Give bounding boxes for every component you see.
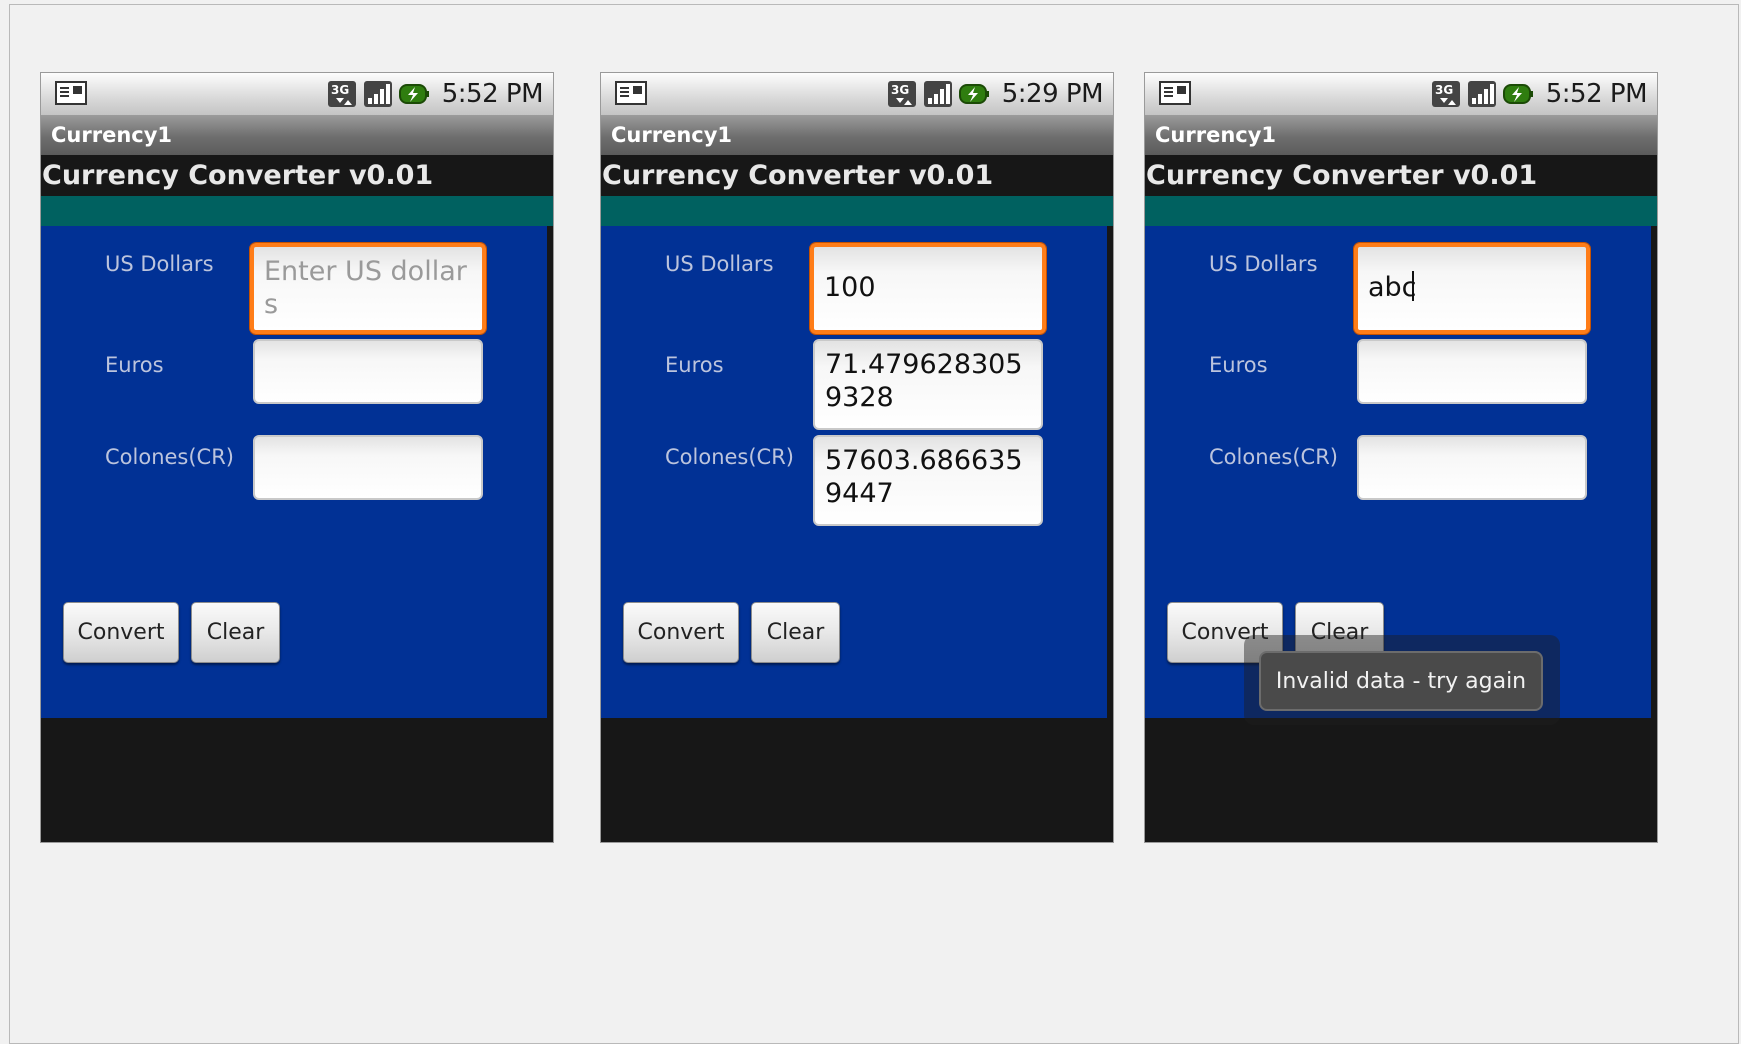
clear-button[interactable]: Clear [751,602,840,663]
battery-charging-icon [958,84,989,104]
svg-text:3G: 3G [891,83,909,97]
phone-screen-2: 3G 5:29 PM Currency1 Currency Converter … [600,72,1114,843]
app-title: Currency1 [51,123,173,147]
3g-data-icon: 3G [1431,81,1460,107]
phone-screen-1: 3G 5:52 PM Currency1 Currency Converter … [40,72,554,843]
form-panel: US Dollars 100 Euros 71.4796283059328 Co… [601,226,1107,718]
usd-input[interactable]: Enter US dollars [250,243,486,334]
page-heading-bar: Currency Converter v0.01 [1145,155,1657,196]
status-time: 5:52 PM [1545,79,1648,109]
status-time: 5:29 PM [1001,79,1104,109]
app-title-bar: Currency1 [1145,115,1657,155]
colones-label: Colones(CR) [105,445,235,469]
signal-strength-icon [923,81,952,107]
colones-field[interactable]: 57603.6866359447 [813,435,1043,526]
page-heading: Currency Converter v0.01 [42,160,434,191]
form-panel: US Dollars Enter US dollars Euros Colone… [41,226,547,718]
battery-charging-icon [398,84,429,104]
page-frame: 3G 5:52 PM Currency1 Currency Converter … [9,4,1739,1044]
notification-icon[interactable] [1159,81,1191,105]
divider-band [601,196,1113,226]
euros-label: Euros [105,353,164,377]
error-toast: Invalid data - try again [1259,651,1543,711]
battery-charging-icon [1502,84,1533,104]
convert-button[interactable]: Convert [623,602,739,663]
svg-text:3G: 3G [331,83,349,97]
page-heading: Currency Converter v0.01 [602,160,994,191]
app-title: Currency1 [1155,123,1277,147]
usd-label: US Dollars [665,252,774,276]
signal-strength-icon [363,81,392,107]
page-heading-bar: Currency Converter v0.01 [41,155,553,196]
notification-icon[interactable] [615,81,647,105]
3g-data-icon: 3G [887,81,916,107]
euros-label: Euros [665,353,724,377]
divider-band [1145,196,1657,226]
convert-button[interactable]: Convert [63,602,179,663]
clear-button[interactable]: Clear [191,602,280,663]
notification-icon[interactable] [55,81,87,105]
signal-strength-icon [1467,81,1496,107]
svg-text:3G: 3G [1435,83,1453,97]
text-cursor [1411,271,1414,301]
usd-input[interactable]: abc [1354,243,1590,334]
colones-label: Colones(CR) [665,445,795,469]
colones-field[interactable] [1357,435,1587,500]
usd-placeholder: Enter US dollars [264,256,467,320]
status-bar: 3G 5:29 PM [601,73,1113,115]
euros-label: Euros [1209,353,1268,377]
status-bar: 3G 5:52 PM [41,73,553,115]
euros-field[interactable] [1357,339,1587,404]
colones-label: Colones(CR) [1209,445,1339,469]
app-title-bar: Currency1 [601,115,1113,155]
3g-data-icon: 3G [327,81,356,107]
page-heading-bar: Currency Converter v0.01 [601,155,1113,196]
phone-screen-3: 3G 5:52 PM Currency1 Currency Converter … [1144,72,1658,843]
status-time: 5:52 PM [441,79,544,109]
page-heading: Currency Converter v0.01 [1146,160,1538,191]
status-bar: 3G 5:52 PM [1145,73,1657,115]
usd-label: US Dollars [105,252,214,276]
usd-input[interactable]: 100 [810,243,1046,334]
app-title-bar: Currency1 [41,115,553,155]
euros-field[interactable]: 71.4796283059328 [813,339,1043,430]
euros-field[interactable] [253,339,483,404]
divider-band [41,196,553,226]
usd-input-text: abc [1368,272,1417,303]
usd-label: US Dollars [1209,252,1318,276]
app-title: Currency1 [611,123,733,147]
colones-field[interactable] [253,435,483,500]
